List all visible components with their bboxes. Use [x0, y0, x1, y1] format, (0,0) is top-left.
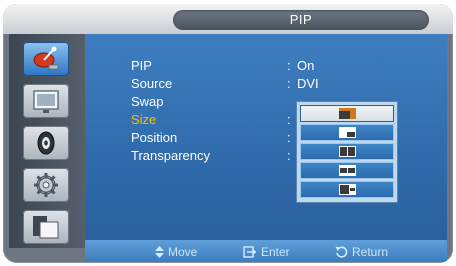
menu-item-label: Swap	[131, 94, 164, 109]
multi-window-icon	[33, 216, 59, 239]
pip-side-by-side-wide-icon	[339, 165, 356, 176]
menu-item-colon: :	[287, 148, 291, 163]
menu-item-label: PIP	[131, 58, 152, 73]
satellite-dish-icon	[33, 46, 59, 70]
size-option-side-by-side[interactable]	[300, 143, 394, 160]
pip-split-right-icon	[339, 184, 356, 195]
sidebar	[9, 34, 85, 248]
enter-icon	[243, 246, 256, 258]
menu-item-value: DVI	[297, 76, 319, 91]
nav-enter-label: Enter	[261, 244, 290, 259]
gear-icon	[34, 173, 58, 197]
size-option-small-corner[interactable]	[300, 105, 394, 122]
pip-small-corner-icon	[339, 108, 356, 119]
nav-move: Move	[155, 243, 197, 259]
sidebar-item-picture[interactable]	[23, 84, 69, 118]
display-screen-icon	[33, 90, 59, 113]
osd-window: PIP PIP: On Source: DVI Swap Size: Po…	[3, 4, 453, 263]
up-down-arrow-icon	[155, 245, 164, 258]
sidebar-item-multi-control[interactable]	[23, 210, 69, 244]
menu-item-colon: :	[287, 130, 291, 145]
sidebar-item-setup[interactable]	[23, 168, 69, 202]
window-title: PIP	[289, 12, 313, 27]
menu-item-label: Transparency	[131, 148, 210, 163]
size-option-side-by-side-wide[interactable]	[300, 162, 394, 179]
content-panel: PIP : On Source : DVI Swap Size : Positi…	[85, 34, 447, 248]
pip-side-by-side-icon	[339, 146, 356, 157]
size-option-inset[interactable]	[300, 124, 394, 141]
menu-item-value: On	[297, 58, 315, 73]
menu-item-label: Source	[131, 76, 173, 91]
menu-item-label: Position	[131, 130, 178, 145]
bottom-nav: Move Enter Return	[85, 240, 447, 262]
sidebar-item-sound[interactable]	[23, 126, 69, 160]
sidebar-item-input[interactable]	[23, 42, 69, 76]
menu-item-colon: :	[287, 58, 291, 73]
nav-move-label: Move	[168, 244, 198, 259]
menu-item-colon: :	[287, 112, 291, 127]
title-bar: PIP	[3, 4, 453, 34]
return-icon	[335, 246, 348, 258]
size-option-split-right[interactable]	[300, 181, 394, 198]
size-dropdown	[297, 102, 397, 202]
pip-inset-icon	[339, 127, 356, 138]
nav-enter: Enter	[243, 243, 290, 259]
nav-return-label: Return	[352, 244, 389, 259]
nav-return: Return	[335, 243, 388, 259]
speaker-icon	[37, 131, 55, 155]
menu-item-label: Size	[131, 112, 157, 127]
menu-item-colon: :	[287, 76, 291, 91]
